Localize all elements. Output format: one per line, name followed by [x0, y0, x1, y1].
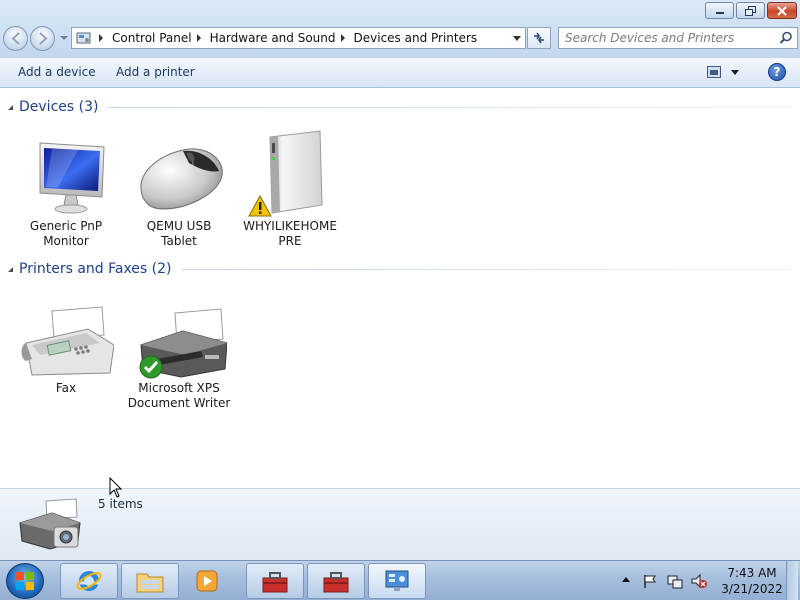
clock-time: 7:43 AM [727, 566, 777, 580]
network-icon[interactable] [666, 572, 684, 590]
taskbar-control-panel[interactable] [368, 563, 426, 599]
taskbar-windows-explorer[interactable] [121, 563, 179, 599]
add-printer-button[interactable]: Add a printer [116, 65, 195, 79]
command-bar: Add a device Add a printer ? [0, 58, 800, 88]
address-dropdown-icon[interactable] [513, 36, 521, 41]
show-desktop-button[interactable] [786, 561, 798, 600]
media-player-icon [196, 570, 218, 592]
volume-muted-icon[interactable] [690, 572, 708, 590]
printer-label: Document Writer [127, 396, 231, 410]
default-check-icon [139, 355, 163, 379]
close-button[interactable] [767, 2, 797, 19]
device-tile-qemu-usb-tablet[interactable]: QEMU USB Tablet [124, 127, 234, 249]
group-header-devices[interactable]: Devices (3) [0, 96, 800, 118]
printer-tile-microsoft-xps-document-writer[interactable]: Microsoft XPS Document Writer [124, 289, 234, 411]
monitor-icon [18, 127, 114, 219]
taskbar-toolbox-window-1[interactable] [246, 563, 304, 599]
search-box[interactable] [558, 27, 798, 49]
mouse-cursor-icon [109, 477, 123, 498]
breadcrumb-devices-and-printers[interactable]: Devices and Printers [354, 31, 478, 45]
back-arrow-icon [11, 32, 20, 45]
breadcrumb-separator[interactable] [99, 34, 103, 42]
group-divider [181, 268, 792, 270]
system-clock[interactable]: 7:43 AM 3/21/2022 [718, 565, 786, 597]
action-center-flag-icon[interactable] [642, 573, 658, 589]
navigation-buttons [3, 24, 68, 52]
devices-and-printers-icon [19, 498, 81, 550]
clock-date: 3/21/2022 [721, 582, 783, 596]
toolbox-icon [323, 572, 349, 593]
device-label: PRE [278, 234, 302, 248]
taskbar-internet-explorer[interactable] [60, 563, 118, 599]
taskbar-toolbox-window-2[interactable] [307, 563, 365, 599]
collapse-arrow-icon[interactable] [8, 266, 13, 272]
forward-button[interactable] [30, 26, 55, 51]
taskbar: 7:43 AM 3/21/2022 [0, 560, 800, 600]
breadcrumb-control-panel[interactable]: Control Panel [112, 31, 192, 45]
explorer-folder-icon [136, 573, 164, 593]
breadcrumb-separator[interactable] [340, 34, 345, 42]
device-tile-whyilikehome-pre[interactable]: WHYILIKEHOME PRE [235, 127, 345, 249]
collapse-arrow-icon[interactable] [8, 104, 13, 110]
device-label: Tablet [161, 234, 197, 248]
start-button[interactable] [6, 563, 44, 599]
printer-label: Fax [55, 381, 77, 395]
breadcrumb-hardware-and-sound[interactable]: Hardware and Sound [210, 31, 336, 45]
maximize-button[interactable] [736, 2, 765, 19]
change-view-icon[interactable] [707, 66, 721, 78]
refresh-button[interactable] [527, 27, 551, 49]
address-bar[interactable]: Control Panel Hardware and Sound Devices… [71, 27, 526, 49]
printer-label: Microsoft XPS [138, 381, 220, 395]
warning-icon [248, 195, 272, 217]
control-panel-icon [385, 570, 409, 591]
search-input[interactable] [565, 29, 775, 47]
help-icon[interactable]: ? [768, 63, 786, 81]
computer-tower-icon [242, 127, 338, 219]
toolbox-icon [262, 572, 288, 593]
taskbar-media-player[interactable] [182, 563, 232, 599]
minimize-icon [715, 11, 724, 14]
search-icon[interactable] [779, 31, 793, 45]
device-label: Generic PnP [29, 219, 103, 233]
windows-logo-icon [16, 572, 34, 590]
add-device-button[interactable]: Add a device [18, 65, 96, 79]
control-panel-icon [74, 28, 94, 48]
device-label: QEMU USB [146, 219, 212, 233]
breadcrumb-separator[interactable] [196, 34, 201, 42]
devices-content-area: Devices (3) Generic PnP Monitor QEMU USB… [0, 89, 800, 487]
title-bar: Control Panel Hardware and Sound Devices… [0, 0, 800, 58]
group-title-devices: Devices (3) [19, 99, 99, 115]
mouse-icon [131, 127, 227, 219]
close-icon [777, 5, 787, 16]
device-label: WHYILIKEHOME [243, 219, 337, 233]
device-tile-generic-pnp-monitor[interactable]: Generic PnP Monitor [11, 127, 121, 249]
back-button[interactable] [3, 26, 28, 51]
item-count: 5 items [98, 497, 143, 511]
group-title-printers: Printers and Faxes (2) [19, 261, 172, 277]
notification-area: 7:43 AM 3/21/2022 [618, 561, 798, 600]
device-label: Monitor [43, 234, 89, 248]
window-controls [705, 2, 797, 19]
printer-tile-fax[interactable]: Fax [11, 289, 121, 396]
refresh-icon [534, 32, 544, 44]
restore-icon [744, 5, 756, 16]
internet-explorer-icon [76, 571, 102, 591]
show-hidden-icons-button[interactable] [622, 577, 630, 582]
recent-pages-dropdown[interactable] [60, 36, 68, 40]
group-header-printers[interactable]: Printers and Faxes (2) [0, 258, 800, 280]
minimize-button[interactable] [705, 2, 734, 19]
printer-icon [131, 289, 228, 381]
view-options-dropdown[interactable] [731, 70, 739, 75]
fax-icon [18, 289, 115, 381]
group-divider [108, 106, 792, 108]
forward-arrow-icon [39, 32, 48, 45]
